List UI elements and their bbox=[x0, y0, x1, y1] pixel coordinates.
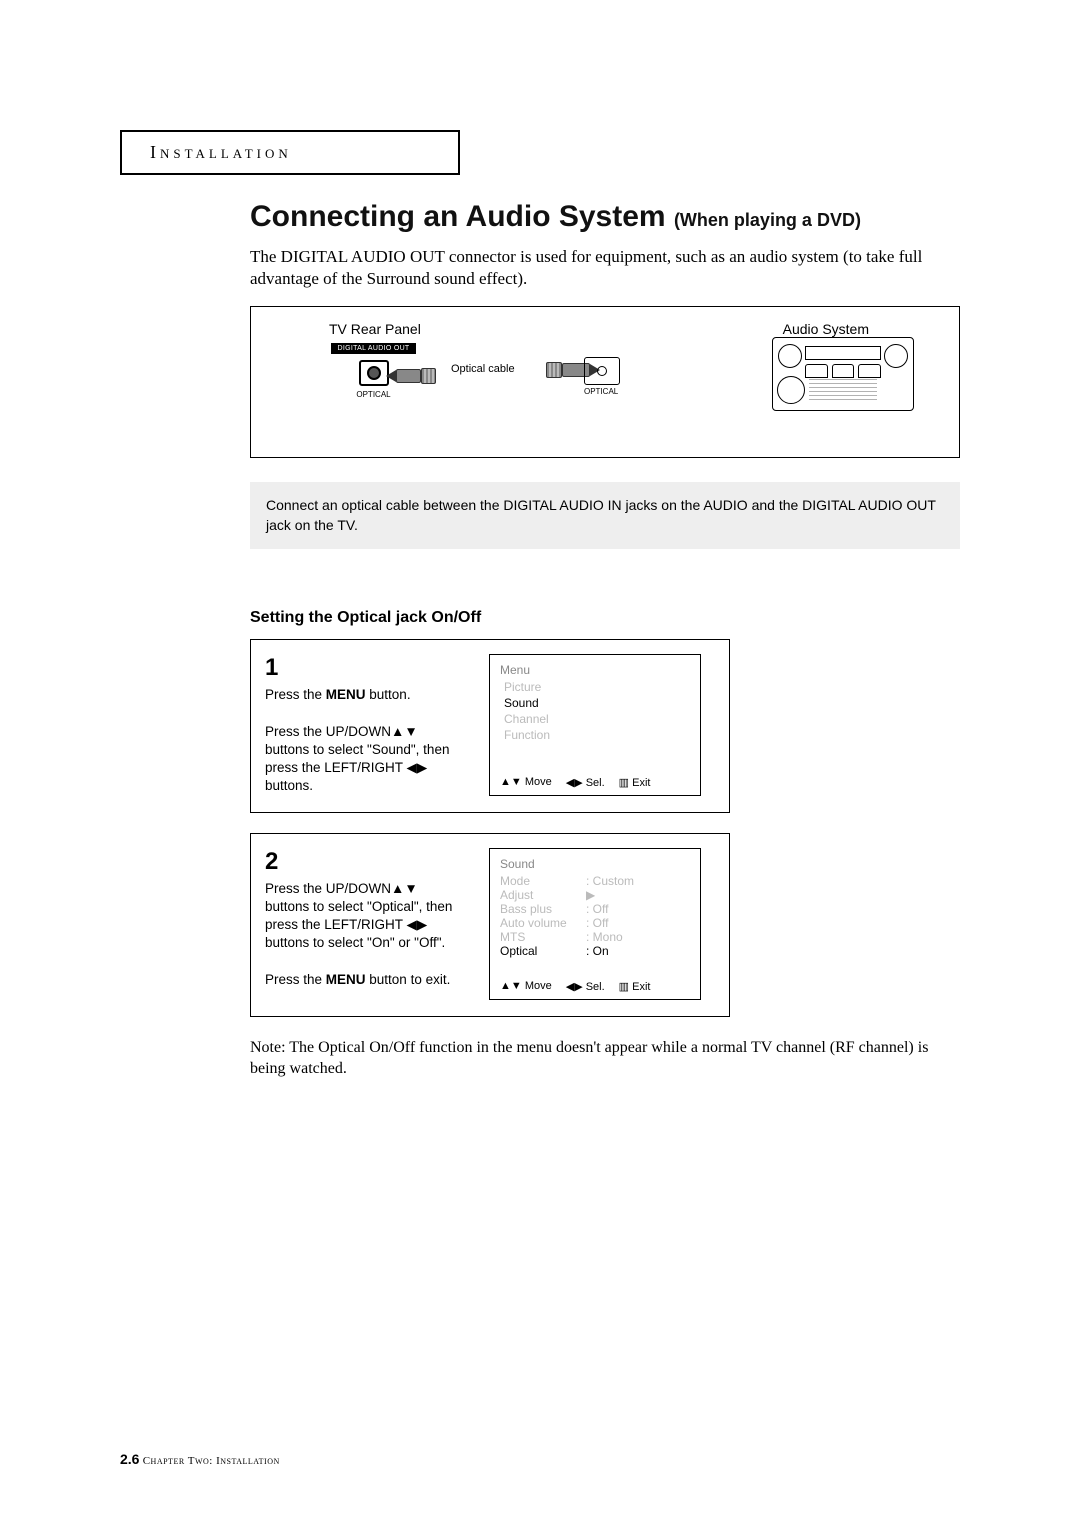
osd1-item-function: Function bbox=[504, 728, 690, 742]
step-2-number: 2 bbox=[265, 848, 465, 876]
title-sub: (When playing a DVD) bbox=[674, 210, 861, 230]
optical-cable-label: Optical cable bbox=[451, 363, 515, 375]
osd1-item-sound: Sound bbox=[504, 696, 690, 710]
step2-menu: MENU bbox=[326, 972, 366, 987]
osd2-title: Sound bbox=[500, 857, 690, 871]
step-2: 2 Press the UP/DOWN▲▼ buttons to select … bbox=[250, 833, 730, 1017]
osd2-move: ▲▼ Move bbox=[500, 980, 552, 992]
osd1-item-picture: Picture bbox=[504, 680, 690, 694]
osd2-sel: ◀▶ Sel. bbox=[566, 980, 605, 993]
page-title: Connecting an Audio System (When playing… bbox=[250, 200, 960, 234]
osd1-sel: ◀▶ Sel. bbox=[566, 776, 605, 789]
osd1-item-channel: Channel bbox=[504, 712, 690, 726]
osd2-row-mode: Mode: Custom bbox=[500, 874, 690, 888]
osd2-row-autovol: Auto volume: Off bbox=[500, 916, 690, 930]
tv-panel-label: TV Rear Panel bbox=[329, 321, 421, 337]
osd-menu-2: Sound Mode: Custom Adjust▶ Bass plus: Of… bbox=[489, 848, 701, 1000]
step-1: 1 Press the MENU button. Press the UP/DO… bbox=[250, 639, 730, 812]
step-1-text: Press the MENU button. Press the UP/DOWN… bbox=[265, 686, 465, 795]
footer-chapter: Chapter Two: Installation bbox=[143, 1455, 280, 1467]
osd2-exit: ▥ Exit bbox=[619, 980, 651, 993]
step1-line2: Press the UP/DOWN▲▼ buttons to select "S… bbox=[265, 724, 449, 794]
osd1-footer: ▲▼ Move ◀▶ Sel. ▥ Exit bbox=[490, 770, 700, 795]
page-footer: 2.6 Chapter Two: Installation bbox=[120, 1451, 280, 1468]
osd2-row-bassplus: Bass plus: Off bbox=[500, 902, 690, 916]
osd1-move: ▲▼ Move bbox=[500, 776, 552, 788]
audio-optical-label: OPTICAL bbox=[584, 387, 618, 396]
section-header: Installation bbox=[120, 130, 460, 175]
exit-text: Exit bbox=[629, 981, 650, 993]
osd1-title: Menu bbox=[500, 663, 690, 677]
step1-menu: MENU bbox=[326, 687, 366, 702]
title-main: Connecting an Audio System bbox=[250, 200, 666, 233]
exit-icon: ▥ bbox=[619, 981, 629, 993]
exit-text: Exit bbox=[629, 777, 650, 789]
section-header-text: Installation bbox=[150, 142, 292, 162]
step1-press: Press the bbox=[265, 687, 326, 702]
optical-jack-icon bbox=[359, 360, 389, 386]
exit-icon: ▥ bbox=[619, 777, 629, 789]
osd1-exit: ▥ Exit bbox=[619, 776, 651, 789]
optical-label: OPTICAL bbox=[331, 390, 416, 399]
osd2-row-mts: MTS: Mono bbox=[500, 930, 690, 944]
subheading: Setting the Optical jack On/Off bbox=[250, 609, 960, 627]
step-2-text: Press the UP/DOWN▲▼ buttons to select "O… bbox=[265, 880, 465, 989]
osd2-footer: ▲▼ Move ◀▶ Sel. ▥ Exit bbox=[490, 974, 700, 999]
audio-system-label: Audio System bbox=[783, 321, 869, 337]
intro-text: The DIGITAL AUDIO OUT connector is used … bbox=[250, 246, 960, 290]
audio-optical-port-icon bbox=[584, 357, 620, 385]
cable-plug-left-icon bbox=[386, 369, 436, 383]
step2-press: Press the bbox=[265, 972, 326, 987]
connection-instruction: Connect an optical cable between the DIG… bbox=[250, 482, 960, 549]
page-number: 2.6 bbox=[120, 1451, 139, 1467]
digital-audio-out-label: DIGITAL AUDIO OUT bbox=[331, 343, 416, 354]
osd2-row-adjust: Adjust▶ bbox=[500, 888, 690, 902]
osd-menu-1: Menu Picture Sound Channel Function ▲▼ M… bbox=[489, 654, 701, 795]
connection-diagram: TV Rear Panel Audio System Optical cable… bbox=[250, 306, 960, 458]
step2-line1: Press the UP/DOWN▲▼ buttons to select "O… bbox=[265, 881, 452, 951]
step2-exit: button to exit. bbox=[366, 972, 451, 987]
osd2-row-optical: Optical: On bbox=[500, 944, 690, 958]
step1-button: button. bbox=[366, 687, 411, 702]
note-text: Note: The Optical On/Off function in the… bbox=[250, 1037, 960, 1080]
audio-system-icon bbox=[772, 337, 914, 411]
step-1-number: 1 bbox=[265, 654, 465, 682]
